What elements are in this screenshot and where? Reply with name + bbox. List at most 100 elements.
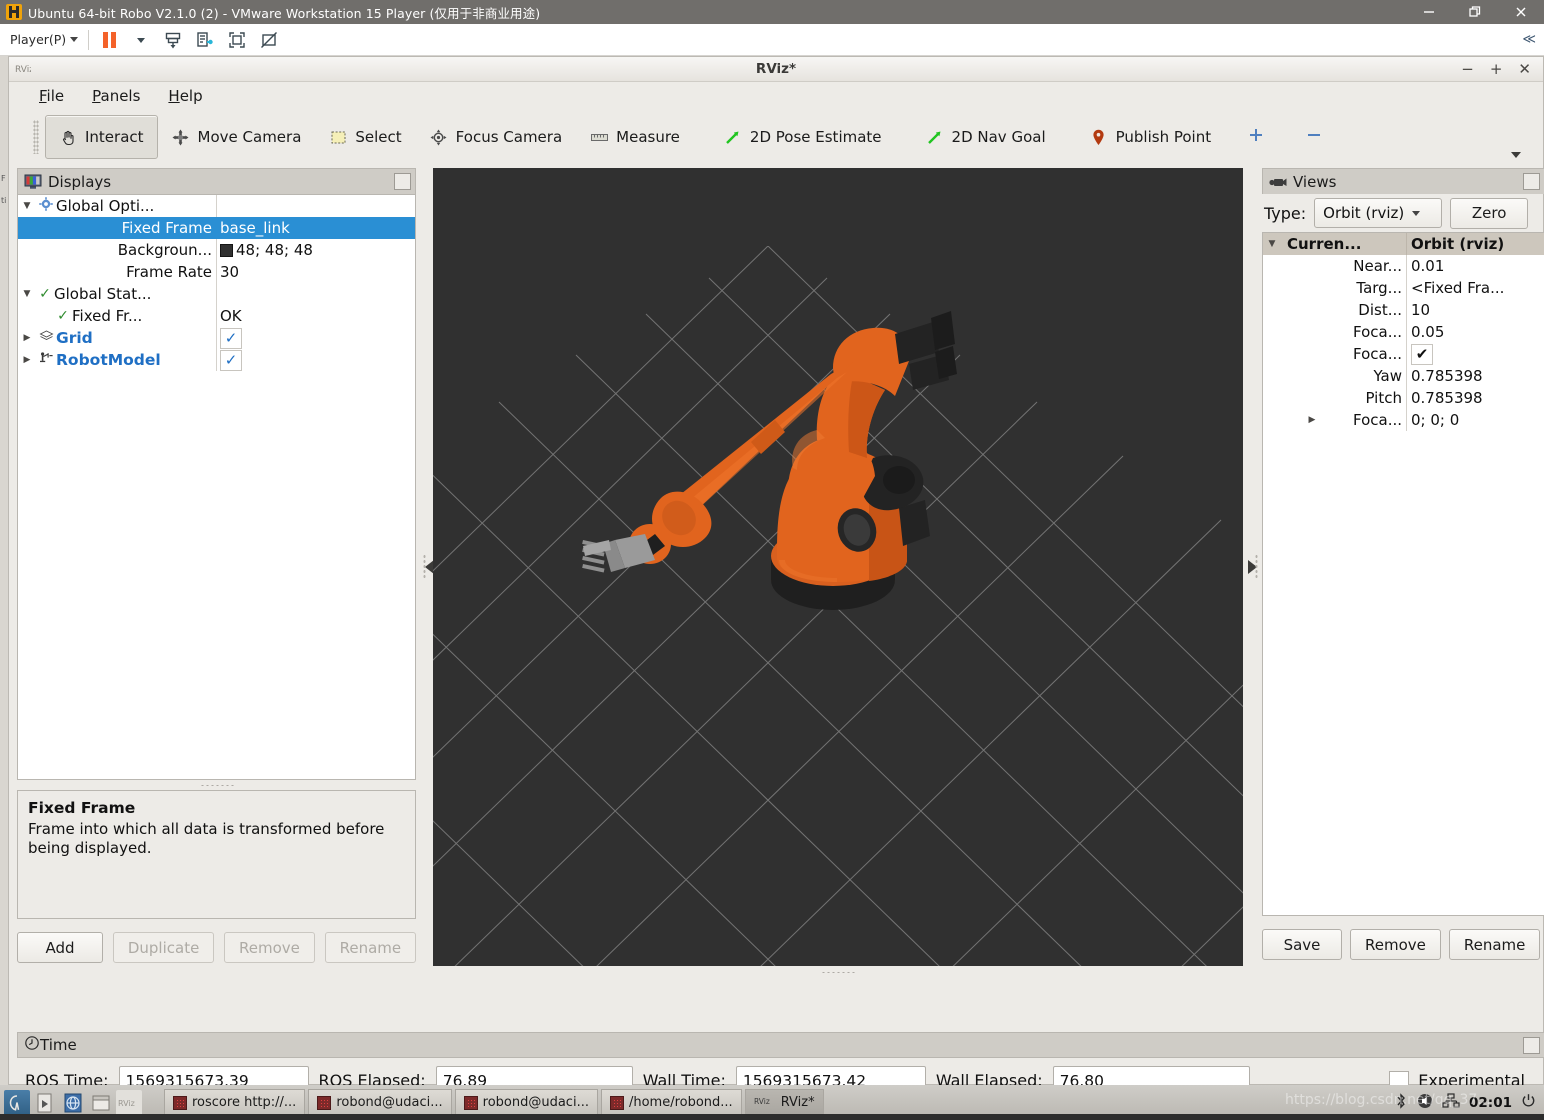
table-row[interactable]: Fixed Frame base_link	[18, 217, 415, 239]
ubuntu-logo-icon[interactable]	[4, 1089, 30, 1116]
rename-view-button[interactable]: Rename	[1448, 929, 1541, 960]
table-row[interactable]: ▶ Foca... 0; 0; 0	[1263, 409, 1544, 431]
table-row[interactable]: Targ... <Fixed Fra...	[1263, 277, 1544, 299]
table-row[interactable]: ▶ Grid ✓	[18, 327, 415, 349]
tree-cell-value[interactable]	[216, 195, 415, 217]
tree-cell-value[interactable]: ✓	[216, 327, 415, 349]
duplicate-display-button[interactable]: Duplicate	[113, 932, 215, 963]
displays-splitter[interactable]	[17, 780, 416, 790]
table-row[interactable]: Backgroun... 48; 48; 48	[18, 239, 415, 261]
tree-cell-value[interactable]: 48; 48; 48	[216, 239, 415, 261]
add-display-button[interactable]: Add	[17, 932, 103, 963]
tool-2d-nav-goal-button[interactable]: 2D Nav Goal	[912, 115, 1060, 159]
pause-icon[interactable]	[99, 30, 119, 50]
tool-publish-point-button[interactable]: Publish Point	[1076, 115, 1225, 159]
rviz-small-icon[interactable]: RViz	[116, 1089, 142, 1116]
table-row[interactable]: Yaw 0.785398	[1263, 365, 1544, 387]
views-tree[interactable]: ▼ Curren... Orbit (rviz) Near... 0.01 Ta…	[1262, 232, 1544, 916]
tree-cell-value[interactable]: 30	[216, 261, 415, 283]
displays-tree[interactable]: ▼ Global Opti... Fixed Frame base_link B…	[17, 194, 416, 780]
tree-cell-value[interactable]: 0.05	[1406, 321, 1544, 343]
tool-select-button[interactable]: Select	[315, 115, 415, 159]
chevron-right-icon[interactable]: ▶	[18, 355, 36, 365]
table-row[interactable]: Foca... 0.05	[1263, 321, 1544, 343]
vmware-minimize-button[interactable]	[1406, 0, 1452, 24]
tree-cell-value[interactable]: 0.785398	[1406, 365, 1544, 387]
tool-interact-button[interactable]: Interact	[45, 115, 158, 159]
menu-file[interactable]: File	[27, 84, 76, 108]
network-icon[interactable]	[1442, 1092, 1460, 1113]
table-row[interactable]: ✓ Fixed Fr... OK	[18, 305, 415, 327]
displays-panel-float-button[interactable]	[394, 173, 411, 190]
no-display-icon[interactable]	[259, 30, 279, 50]
table-row[interactable]: ▼ Curren... Orbit (rviz)	[1263, 233, 1544, 255]
player-menu-button[interactable]: Player(P)	[10, 32, 79, 47]
remove-display-button[interactable]: Remove	[224, 932, 315, 963]
rviz-close-button[interactable]: ✕	[1518, 61, 1531, 77]
tree-cell-value[interactable]: 0.01	[1406, 255, 1544, 277]
tool-focus-camera-button[interactable]: Focus Camera	[416, 115, 576, 159]
view-type-select[interactable]: Orbit (rviz)	[1314, 198, 1443, 228]
tree-cell-value[interactable]: <Fixed Fra...	[1406, 277, 1544, 299]
tree-cell-value[interactable]: Orbit (rviz)	[1406, 233, 1544, 255]
vmware-close-button[interactable]	[1498, 0, 1544, 24]
tool-measure-button[interactable]: Measure	[576, 115, 694, 159]
grid-enabled-checkbox[interactable]: ✓	[220, 327, 242, 349]
taskbar-item-terminal-3[interactable]: /home/robond...	[600, 1089, 742, 1116]
chevron-right-icon[interactable]: ▶	[18, 333, 36, 343]
toolbar-overflow-chevron-down-icon[interactable]	[1511, 152, 1521, 158]
views-panel-float-button[interactable]	[1523, 173, 1540, 190]
unity-mode-icon[interactable]	[195, 30, 215, 50]
vmware-restore-button[interactable]	[1452, 0, 1498, 24]
menu-panels[interactable]: Panels	[80, 84, 152, 108]
chevron-down-icon[interactable]: ▼	[1263, 239, 1281, 249]
3d-viewport[interactable]	[433, 168, 1243, 966]
focal-shape-fixed-size-checkbox[interactable]: ✔	[1411, 343, 1433, 365]
chevron-down-icon[interactable]: ▼	[18, 289, 36, 299]
rviz-maximize-button[interactable]: +	[1490, 61, 1503, 77]
viewport-bottom-splitter[interactable]	[433, 968, 1243, 976]
chevron-down-icon[interactable]: ▼	[18, 201, 36, 211]
taskbar-clock[interactable]: 02:01	[1469, 1095, 1512, 1111]
taskbar-item-roscore[interactable]: roscore http://...	[164, 1089, 306, 1116]
tool-move-camera-button[interactable]: Move Camera	[158, 115, 316, 159]
taskbar-item-terminal-1[interactable]: robond@udaci...	[308, 1089, 452, 1116]
taskbar-item-rviz[interactable]: RViz RViz*	[744, 1089, 824, 1116]
right-splitter-handle[interactable]	[1242, 168, 1262, 966]
table-row[interactable]: Frame Rate 30	[18, 261, 415, 283]
remove-view-button[interactable]: Remove	[1350, 929, 1441, 960]
collapse-toolbar-icon[interactable]: ≪	[1522, 32, 1536, 47]
tree-cell-value[interactable]	[216, 283, 415, 305]
remove-tool-icon[interactable]	[1305, 126, 1323, 148]
table-row[interactable]: Near... 0.01	[1263, 255, 1544, 277]
full-screen-icon[interactable]	[227, 30, 247, 50]
zero-button[interactable]: Zero	[1450, 197, 1529, 229]
table-row[interactable]: Pitch 0.785398	[1263, 387, 1544, 409]
save-view-button[interactable]: Save	[1262, 929, 1342, 960]
table-row[interactable]: Foca... ✔	[1263, 343, 1544, 365]
chevron-right-icon[interactable]: ▶	[1303, 415, 1321, 425]
table-row[interactable]: ▶ RobotModel ✓	[18, 349, 415, 371]
bluetooth-icon[interactable]	[1394, 1092, 1408, 1114]
send-ctrl-alt-del-icon[interactable]	[163, 30, 183, 50]
taskbar-item-terminal-2[interactable]: robond@udaci...	[454, 1089, 598, 1116]
rename-display-button[interactable]: Rename	[324, 932, 416, 963]
tree-cell-value[interactable]: OK	[216, 305, 415, 327]
table-row[interactable]: ▼ ✓ Global Stat...	[18, 283, 415, 305]
robotmodel-enabled-checkbox[interactable]: ✓	[220, 349, 242, 371]
tree-cell-value[interactable]: 0; 0; 0	[1406, 409, 1544, 431]
tree-cell-value[interactable]: 10	[1406, 299, 1544, 321]
rviz-minimize-button[interactable]: −	[1461, 61, 1474, 77]
pause-dropdown-icon[interactable]	[131, 30, 151, 50]
add-tool-icon[interactable]	[1247, 126, 1265, 148]
table-row[interactable]: Dist... 10	[1263, 299, 1544, 321]
tree-cell-value[interactable]: 0.785398	[1406, 387, 1544, 409]
tool-2d-pose-estimate-button[interactable]: 2D Pose Estimate	[710, 115, 896, 159]
toolbar-drag-handle[interactable]	[33, 120, 39, 154]
files-icon[interactable]	[32, 1090, 58, 1116]
tree-cell-value[interactable]: ✔	[1406, 343, 1544, 365]
network-icon[interactable]	[60, 1090, 86, 1116]
volume-icon[interactable]	[1417, 1093, 1433, 1113]
power-icon[interactable]	[1521, 1093, 1536, 1112]
tree-cell-value[interactable]: ✓	[216, 349, 415, 371]
